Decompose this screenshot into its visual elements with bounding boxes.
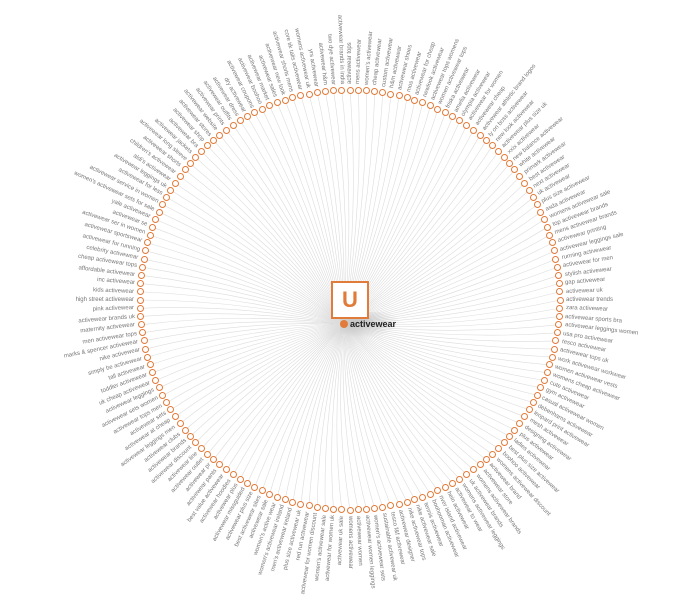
ring-node-dot[interactable] — [449, 480, 456, 487]
radial-diagram: U activewear activewear topsmens activew… — [0, 0, 700, 599]
ring-node-dot[interactable] — [156, 209, 163, 216]
ring-node-dot[interactable] — [259, 487, 266, 494]
ring-node-dot[interactable] — [198, 148, 205, 155]
center-icon-letter: U — [342, 287, 358, 313]
ring-node-dot[interactable] — [137, 288, 144, 295]
ring-node-dot[interactable] — [223, 127, 230, 134]
ring-node-dot[interactable] — [198, 445, 205, 452]
ring-node-dot[interactable] — [556, 280, 563, 287]
ring-node-dot[interactable] — [396, 501, 403, 508]
ring-node-dot[interactable] — [182, 427, 189, 434]
ring-node-dot[interactable] — [470, 127, 477, 134]
ring-node-dot[interactable] — [237, 476, 244, 483]
ring-node-dot[interactable] — [511, 427, 518, 434]
ring-node-label: activewear trends — [566, 297, 613, 303]
ring-node-dot[interactable] — [306, 502, 313, 509]
ring-node-dot[interactable] — [244, 480, 251, 487]
ring-node-label: womens activewear — [347, 516, 353, 569]
ring-node-label: activewear uk — [566, 287, 603, 294]
ring-node-dot[interactable] — [526, 187, 533, 194]
ring-node-dot[interactable] — [534, 201, 541, 208]
ring-node-dot[interactable] — [427, 491, 434, 498]
ring-node-dot[interactable] — [139, 264, 146, 271]
ring-node-dot[interactable] — [338, 87, 345, 94]
ring-node-dot[interactable] — [495, 445, 502, 452]
ring-node-dot[interactable] — [521, 180, 528, 187]
ring-node-dot[interactable] — [230, 122, 237, 129]
ring-node-dot[interactable] — [147, 232, 154, 239]
center-node-dot — [340, 320, 348, 328]
ring-node-dot[interactable] — [501, 439, 508, 446]
ring-node-dot[interactable] — [526, 406, 533, 413]
ring-node-dot[interactable] — [554, 264, 561, 271]
center-node-label: activewear — [350, 319, 396, 329]
ring-node-dot[interactable] — [549, 354, 556, 361]
ring-node-dot[interactable] — [187, 160, 194, 167]
center-icon-box: U — [331, 281, 369, 319]
ring-node-label: kids activewear — [93, 287, 134, 295]
ring-node-dot[interactable] — [138, 272, 145, 279]
ring-node-dot[interactable] — [330, 506, 337, 513]
ring-node-dot[interactable] — [355, 87, 362, 94]
ring-node-dot[interactable] — [144, 354, 151, 361]
ring-node-dot[interactable] — [187, 433, 194, 440]
ring-node-dot[interactable] — [557, 297, 564, 304]
ring-node-dot[interactable] — [172, 413, 179, 420]
ring-node-dot[interactable] — [477, 132, 484, 139]
ring-node-label: activewear tops — [347, 42, 353, 84]
ring-node-dot[interactable] — [541, 216, 548, 223]
ring-node-dot[interactable] — [506, 433, 513, 440]
ring-node-dot[interactable] — [274, 494, 281, 501]
ring-node-dot[interactable] — [177, 420, 184, 427]
ring-node-dot[interactable] — [142, 346, 149, 353]
ring-node-dot[interactable] — [230, 471, 237, 478]
ring-node-dot[interactable] — [282, 496, 289, 503]
ring-node-dot[interactable] — [266, 491, 273, 498]
ring-node-dot[interactable] — [347, 507, 354, 514]
ring-node-dot[interactable] — [556, 313, 563, 320]
ring-node-dot[interactable] — [552, 256, 559, 263]
ring-node-dot[interactable] — [259, 106, 266, 113]
ring-node-dot[interactable] — [177, 173, 184, 180]
ring-node-dot[interactable] — [322, 88, 329, 95]
ring-node-dot[interactable] — [282, 97, 289, 104]
ring-node-dot[interactable] — [546, 232, 553, 239]
ring-node-dot[interactable] — [204, 451, 211, 458]
ring-node-dot[interactable] — [141, 256, 148, 263]
ring-node-dot[interactable] — [404, 94, 411, 101]
ring-node-label: high street activewear — [76, 297, 134, 303]
ring-node-dot[interactable] — [555, 272, 562, 279]
ring-node-dot[interactable] — [551, 346, 558, 353]
ring-node-dot[interactable] — [251, 484, 258, 491]
ring-node-dot[interactable] — [530, 399, 537, 406]
ring-node-dot[interactable] — [347, 87, 354, 94]
ring-node-dot[interactable] — [172, 180, 179, 187]
ring-node-dot[interactable] — [544, 224, 551, 231]
ring-node-dot[interactable] — [137, 305, 144, 312]
ring-node-dot[interactable] — [541, 377, 548, 384]
ring-node-dot[interactable] — [544, 369, 551, 376]
ring-node-dot[interactable] — [396, 92, 403, 99]
ring-node-dot[interactable] — [489, 451, 496, 458]
ring-node-label: activewear uk sale — [337, 516, 345, 566]
ring-node-dot[interactable] — [306, 91, 313, 98]
ring-node-dot[interactable] — [463, 122, 470, 129]
ring-node-dot[interactable] — [137, 297, 144, 304]
ring-node-dot[interactable] — [456, 476, 463, 483]
ring-node-dot[interactable] — [530, 194, 537, 201]
ring-node-dot[interactable] — [314, 504, 321, 511]
ring-node-dot[interactable] — [534, 392, 541, 399]
ring-node-dot[interactable] — [314, 89, 321, 96]
ring-node-dot[interactable] — [495, 148, 502, 155]
ring-node-dot[interactable] — [363, 506, 370, 513]
ring-node-dot[interactable] — [419, 494, 426, 501]
ring-node-dot[interactable] — [322, 505, 329, 512]
ring-node-dot[interactable] — [477, 461, 484, 468]
ring-node-dot[interactable] — [483, 456, 490, 463]
ring-node-dot[interactable] — [537, 209, 544, 216]
ring-node-dot[interactable] — [442, 484, 449, 491]
ring-node-dot[interactable] — [404, 499, 411, 506]
